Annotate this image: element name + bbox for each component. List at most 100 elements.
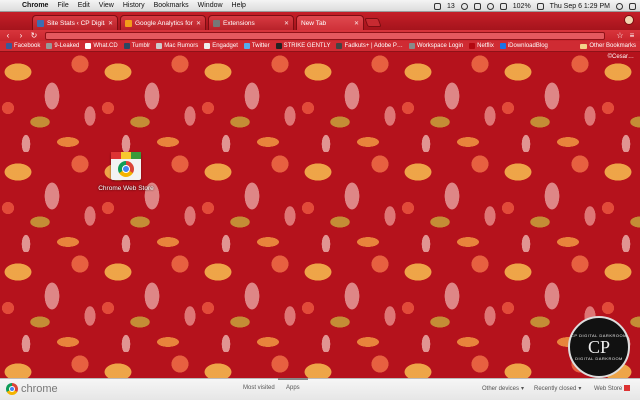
- site-icon: [408, 43, 415, 49]
- twitter-icon: [243, 43, 250, 49]
- chrome-web-store-icon: [106, 146, 146, 182]
- battery-percent[interactable]: 102%: [513, 3, 531, 10]
- wordpress-favicon-icon: [37, 19, 44, 27]
- browser-toolbar: ‹ › ↻ ☆ ≡: [0, 30, 640, 41]
- bookmark-fadkuts[interactable]: Fadkuts+ | Adobe P…: [336, 43, 403, 49]
- bookmark-label: Twitter: [251, 43, 270, 49]
- web-store-label: Web Store: [594, 386, 623, 392]
- new-tab-button[interactable]: [364, 18, 382, 27]
- menu-edit[interactable]: Edit: [78, 2, 90, 9]
- omnibox-input[interactable]: [45, 31, 605, 40]
- timemachine-icon[interactable]: [460, 2, 468, 10]
- logo-monogram: CP: [587, 337, 611, 357]
- tab-site-stats[interactable]: Site Stats ‹ CP Digital Darkroom ✕: [32, 15, 118, 30]
- menu-window[interactable]: Window: [198, 2, 223, 9]
- tab-new-tab[interactable]: New Tab ✕: [296, 15, 364, 30]
- wifi-icon[interactable]: [486, 2, 494, 10]
- close-icon[interactable]: ✕: [354, 20, 359, 27]
- menu-status-area: 13 102% Thu Sep 6 1:29 PM: [428, 0, 636, 12]
- menu-clock[interactable]: Thu Sep 6 1:29 PM: [550, 3, 610, 10]
- site-icon: [204, 43, 211, 49]
- close-icon[interactable]: ✕: [284, 20, 289, 27]
- menu-help[interactable]: Help: [232, 2, 246, 9]
- ntp-footer: chrome Most visited Apps Other devices ▾ …: [0, 378, 640, 400]
- bookmark-9-leaked[interactable]: 9-Leaked: [46, 43, 79, 49]
- forward-arrow-icon[interactable]: ›: [16, 31, 26, 40]
- bookmark-strike-gently[interactable]: STRIKE GENTLY: [275, 43, 331, 49]
- tab-apps[interactable]: Apps: [278, 378, 308, 391]
- app-label: Chrome Web Store: [98, 185, 154, 192]
- folder-icon: [580, 43, 588, 49]
- tab-strip: Site Stats ‹ CP Digital Darkroom ✕ Googl…: [0, 12, 640, 30]
- bookmark-workspace-login[interactable]: Workspace Login: [408, 43, 463, 49]
- analytics-favicon-icon: [125, 19, 132, 27]
- menu-app-name[interactable]: Chrome: [22, 2, 48, 9]
- tab-title: Extensions: [223, 19, 255, 27]
- site-icon: [275, 43, 282, 49]
- chevron-down-icon: ▾: [521, 386, 525, 392]
- tab-extensions[interactable]: Extensions ✕: [208, 15, 294, 30]
- web-store-icon: [624, 385, 631, 391]
- netflix-icon: [469, 43, 476, 49]
- menu-history[interactable]: History: [123, 2, 145, 9]
- volume-icon[interactable]: [499, 2, 507, 10]
- bookmark-engadget[interactable]: Engadget: [204, 43, 238, 49]
- menu-view[interactable]: View: [99, 2, 114, 9]
- bookmark-twitter[interactable]: Twitter: [243, 43, 270, 49]
- bookmark-facebook[interactable]: Facebook: [6, 43, 40, 49]
- bookmark-idownloadblog[interactable]: iDownloadBlog: [499, 43, 548, 49]
- chevron-down-icon: ▾: [578, 386, 582, 392]
- bookmark-tumblr[interactable]: Tumblr: [123, 43, 151, 49]
- bookmark-label: Facebook: [14, 43, 41, 49]
- bookmark-label: Netflix: [477, 43, 494, 49]
- theme-credit: ©Cesar…: [607, 54, 634, 60]
- web-store-link[interactable]: Web Store: [594, 385, 631, 392]
- dropbox-icon[interactable]: [433, 2, 441, 10]
- bookmark-label: STRIKE GENTLY: [283, 43, 331, 49]
- recently-closed-label: Recently closed: [534, 386, 577, 392]
- star-icon[interactable]: ☆: [615, 31, 625, 40]
- bookmarks-bar: Facebook 9-Leaked What.CD Tumblr Mac Rum…: [0, 41, 640, 52]
- recently-closed-menu[interactable]: Recently closed ▾: [534, 385, 581, 392]
- bookmark-label: Mac Rumors: [164, 43, 199, 49]
- back-arrow-icon[interactable]: ‹: [3, 31, 13, 40]
- tab-google-analytics[interactable]: Google Analytics for WordPress ✕: [120, 15, 206, 30]
- tab-title: Site Stats ‹ CP Digital Darkroom: [47, 19, 105, 27]
- site-icon: [499, 43, 506, 49]
- app-chrome-web-store[interactable]: Chrome Web Store: [86, 146, 166, 192]
- close-icon[interactable]: ✕: [108, 20, 113, 27]
- bookmark-mac-rumors[interactable]: Mac Rumors: [156, 43, 198, 49]
- bookmark-label: 9-Leaked: [54, 43, 80, 49]
- site-icon: [85, 43, 92, 49]
- notification-center-icon[interactable]: [629, 2, 636, 10]
- extensions-favicon-icon: [213, 19, 220, 27]
- chrome-logo-icon: [6, 383, 18, 395]
- reload-icon[interactable]: ↻: [29, 31, 39, 40]
- bookmark-label: iDownloadBlog: [507, 43, 548, 49]
- facebook-icon: [6, 43, 12, 49]
- bookmark-label: Fadkuts+ | Adobe P…: [344, 43, 403, 49]
- bookmark-netflix[interactable]: Netflix: [469, 43, 494, 49]
- tab-title: New Tab: [301, 19, 327, 27]
- logo-ring-bottom: DIGITAL DARKROOM: [575, 356, 623, 361]
- other-devices-label: Other devices: [482, 386, 520, 392]
- site-icon: [46, 43, 53, 49]
- tumblr-icon: [123, 43, 130, 49]
- cp-digital-darkroom-logo: CP DIGITAL DARKROOM CP DIGITAL DARKROOM: [568, 316, 630, 378]
- tab-most-visited[interactable]: Most visited: [243, 385, 275, 391]
- spotlight-icon[interactable]: [616, 2, 623, 10]
- bookmark-label: What.CD: [93, 43, 118, 49]
- other-devices-menu[interactable]: Other devices ▾: [482, 385, 524, 392]
- profile-avatar-icon[interactable]: [624, 15, 634, 25]
- bluetooth-icon[interactable]: [473, 2, 481, 10]
- menu-bookmarks[interactable]: Bookmarks: [154, 2, 189, 9]
- battery-icon[interactable]: [536, 2, 544, 10]
- bookmark-what-cd[interactable]: What.CD: [85, 43, 118, 49]
- menu-file[interactable]: File: [57, 2, 68, 9]
- bookmark-label: Tumblr: [131, 43, 151, 49]
- close-icon[interactable]: ✕: [196, 20, 201, 27]
- new-tab-page: ©Cesar… Chrome Web Store CP DIGITAL DARK…: [0, 52, 640, 378]
- notification-count[interactable]: 13: [447, 3, 455, 10]
- wrench-menu-icon[interactable]: ≡: [627, 31, 637, 40]
- other-bookmarks[interactable]: Other Bookmarks: [580, 41, 636, 51]
